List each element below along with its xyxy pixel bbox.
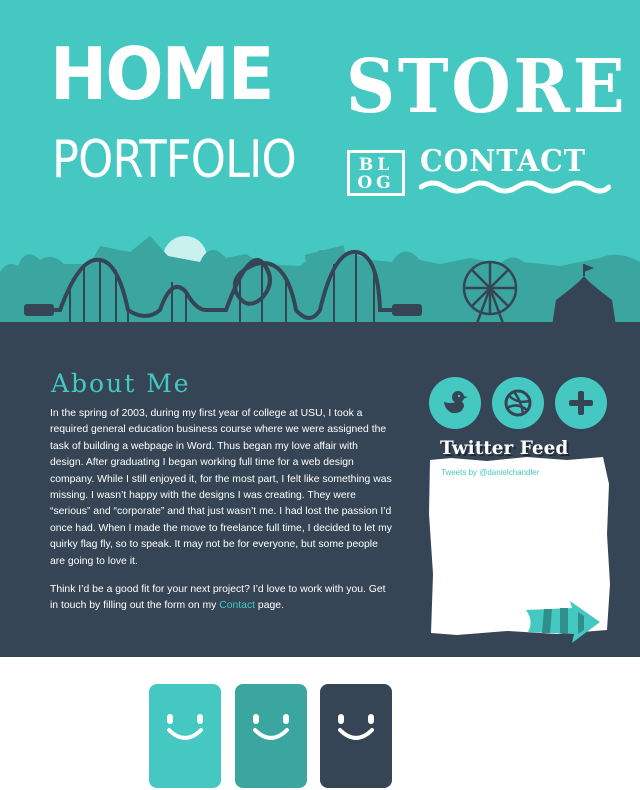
twitter-button[interactable] [429,377,481,429]
nav-portfolio-link[interactable]: PORTFOLIO [52,122,297,198]
about-cta-end: page. [255,600,284,612]
about-cta-text: Think I’d be a good fit for your next pr… [50,584,386,612]
nav-home-link[interactable]: HOME [50,38,299,110]
twitter-bird-icon [444,391,468,414]
nav-blog-line1: BL [358,155,394,175]
nav-contact-link[interactable]: CONTACT [420,146,601,178]
contact-inline-link[interactable]: Contact [219,600,255,611]
dribbble-icon [504,389,532,417]
about-title: About Me [51,369,191,398]
smiley-face-icon [235,684,307,788]
nav-store-link[interactable]: STORE [346,44,625,130]
right-arrow-icon[interactable] [524,600,602,644]
contact-wave-underline [419,180,611,194]
smiley-face-icon [149,684,221,788]
color-faces-row [0,657,640,790]
plus-button[interactable] [555,377,607,429]
twitter-feed-byline[interactable]: Tweets by @danielchandler [441,468,539,478]
nav-blog-line2: OG [357,173,395,193]
site-header: HOME STORE PORTFOLIO BL OG CONTACT [0,0,640,330]
dribbble-button[interactable] [492,377,544,429]
about-paragraph-contact: Think I’d be a good fit for your next pr… [50,582,394,615]
nav-blog-link[interactable]: BL OG [347,150,405,196]
plus-icon [569,391,593,415]
smiley-face-icon [320,684,392,788]
twitter-feed-title: Twitter Feed [440,438,569,459]
about-paragraph: In the spring of 2003, during my first y… [50,408,392,567]
carnival-skyline-illustration [0,236,640,330]
about-section: About Me In the spring of 2003, during m… [0,330,640,657]
